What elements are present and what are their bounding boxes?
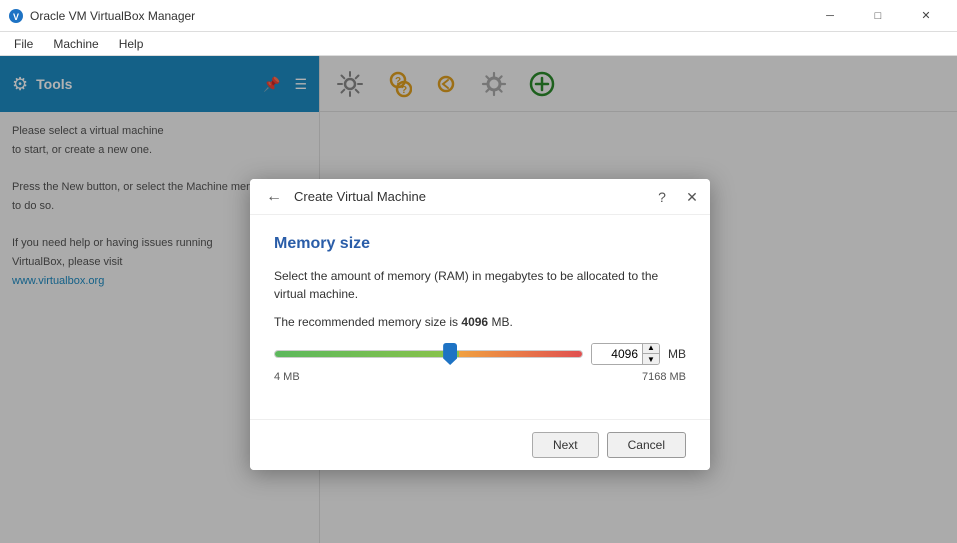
dialog-titlebar: ← Create Virtual Machine ? ✕: [250, 179, 710, 215]
memory-spinbox-input[interactable]: [592, 344, 642, 364]
minimize-button[interactable]: ─: [807, 0, 853, 32]
main-area: ⚙ Tools 📌 ☰ Please select a virtual mach…: [0, 56, 957, 543]
dialog-close-button[interactable]: ✕: [680, 185, 704, 209]
slider-thumb[interactable]: [443, 343, 457, 365]
dialog-footer: Next Cancel: [250, 419, 710, 470]
dialog-title: Create Virtual Machine: [294, 189, 426, 204]
close-button[interactable]: ✕: [903, 0, 949, 32]
menu-file[interactable]: File: [4, 35, 43, 53]
dialog-back-button[interactable]: ←: [262, 185, 286, 209]
memory-spinbox[interactable]: ▲ ▼: [591, 343, 660, 365]
window-controls: ─ □ ✕: [807, 0, 949, 32]
spinbox-arrows: ▲ ▼: [642, 343, 659, 365]
recommended-prefix: The recommended memory size is: [274, 315, 461, 329]
spinbox-down-arrow[interactable]: ▼: [643, 354, 659, 365]
menu-machine[interactable]: Machine: [43, 35, 108, 53]
recommended-text: The recommended memory size is 4096 MB.: [274, 315, 686, 329]
app-icon: V: [8, 8, 24, 24]
recommended-value: 4096: [461, 315, 488, 329]
maximize-button[interactable]: □: [855, 0, 901, 32]
dialog-body: Memory size Select the amount of memory …: [250, 215, 710, 419]
memory-slider[interactable]: [274, 343, 583, 365]
slider-labels: 4 MB 7168 MB: [274, 371, 686, 383]
slider-row: ▲ ▼ MB: [274, 343, 686, 365]
slider-red-zone: [459, 351, 582, 357]
dialog-help-button[interactable]: ?: [650, 185, 674, 209]
menu-bar: File Machine Help: [0, 32, 957, 56]
slider-track: [274, 350, 583, 358]
title-bar-text: Oracle VM VirtualBox Manager: [30, 9, 807, 23]
slider-min-label: 4 MB: [274, 371, 300, 383]
memory-description: Select the amount of memory (RAM) in meg…: [274, 267, 686, 303]
menu-help[interactable]: Help: [109, 35, 154, 53]
next-button[interactable]: Next: [532, 432, 599, 458]
section-title: Memory size: [274, 235, 686, 253]
title-bar: V Oracle VM VirtualBox Manager ─ □ ✕: [0, 0, 957, 32]
slider-green-zone: [275, 351, 459, 357]
svg-text:V: V: [13, 12, 19, 22]
memory-unit-label: MB: [668, 347, 686, 361]
modal-backdrop: ← Create Virtual Machine ? ✕ Memory size…: [0, 56, 957, 543]
spinbox-up-arrow[interactable]: ▲: [643, 343, 659, 354]
cancel-button[interactable]: Cancel: [607, 432, 686, 458]
recommended-unit: MB.: [488, 315, 513, 329]
create-vm-dialog: ← Create Virtual Machine ? ✕ Memory size…: [250, 179, 710, 470]
slider-max-label: 7168 MB: [642, 371, 686, 383]
